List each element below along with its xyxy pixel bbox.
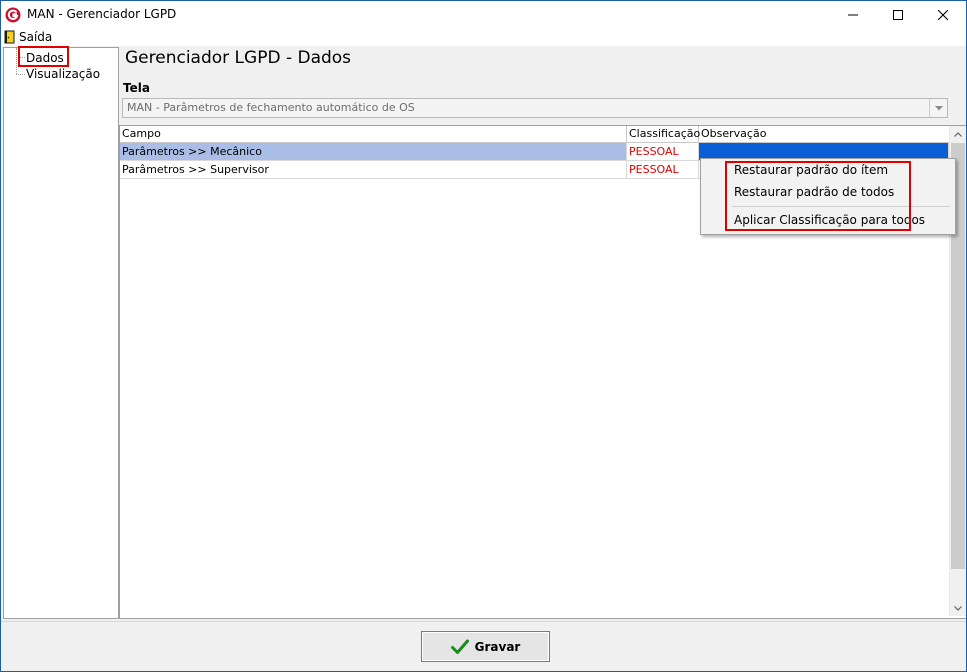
minimize-button[interactable] [830, 1, 876, 28]
title-bar: MAN - Gerenciador LGPD [1, 1, 966, 28]
tela-dropdown-button[interactable] [929, 99, 947, 117]
tree-connector [16, 48, 17, 74]
tela-label: Tela [123, 81, 150, 95]
scroll-up-button[interactable] [950, 126, 966, 142]
column-header-classificacao[interactable]: Classificação [627, 126, 700, 142]
close-button[interactable] [920, 1, 966, 28]
cell-campo[interactable]: Parâmetros >> Mecânico [120, 143, 627, 161]
tela-select-value: MAN - Parâmetros de fechamento automátic… [127, 101, 415, 114]
highlight-box-context-menu [725, 161, 911, 231]
maximize-icon [893, 9, 903, 20]
minimize-icon [848, 14, 858, 15]
tela-select[interactable]: MAN - Parâmetros de fechamento automátic… [122, 98, 948, 118]
check-icon [450, 639, 469, 654]
nav-tree: Dados Visualização [3, 47, 119, 619]
chevron-down-icon [954, 605, 962, 611]
door-exit-icon [4, 30, 15, 44]
tree-item-visualizacao[interactable]: Visualização [26, 67, 100, 81]
app-logo-icon [5, 7, 21, 23]
maximize-button[interactable] [875, 1, 921, 28]
close-icon [938, 9, 948, 20]
cell-classificacao[interactable]: PESSOAL [627, 143, 699, 161]
save-button-label: Gravar [474, 639, 521, 654]
highlight-box-dados [18, 46, 69, 67]
cell-classificacao[interactable]: PESSOAL [627, 161, 699, 179]
page-title: Gerenciador LGPD - Dados [125, 48, 352, 68]
menu-exit-label: Saída [19, 30, 53, 44]
menu-bar: Saída [1, 28, 966, 46]
column-header-observacao[interactable]: Observação [699, 126, 949, 142]
footer-separator [1, 621, 966, 622]
tree-connector [16, 74, 25, 75]
menu-exit[interactable]: Saída [4, 29, 56, 45]
chevron-down-icon [934, 105, 943, 110]
grid-header: Campo Classificação Observação [120, 126, 949, 143]
column-header-campo[interactable]: Campo [120, 126, 627, 142]
cell-campo[interactable]: Parâmetros >> Supervisor [120, 161, 627, 179]
chevron-up-icon [954, 131, 962, 137]
window-title: MAN - Gerenciador LGPD [27, 7, 177, 21]
scroll-down-button[interactable] [950, 600, 966, 616]
save-button[interactable]: Gravar [421, 631, 550, 662]
app-window: MAN - Gerenciador LGPD Saída Dados Visua… [0, 0, 967, 672]
